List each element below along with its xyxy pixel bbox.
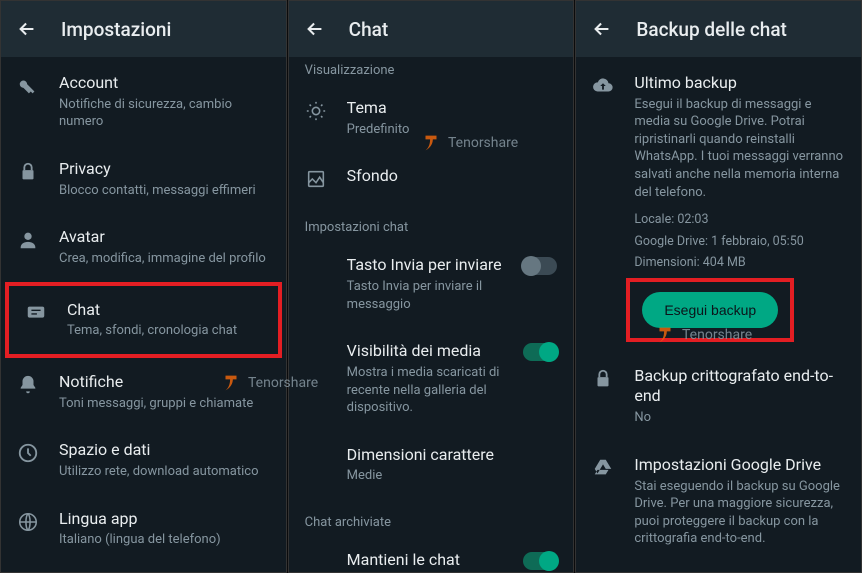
- settings-panel: Impostazioni AccountNotifiche di sicurez…: [0, 0, 287, 573]
- media-visibility-switch[interactable]: [523, 343, 557, 361]
- backup-gdrive-settings: Impostazioni Google DriveStai eseguendo …: [576, 441, 861, 562]
- back-button[interactable]: [301, 15, 329, 43]
- arrow-left-icon: [304, 18, 326, 40]
- settings-item-avatar[interactable]: AvatarCrea, modifica, immagine del profi…: [1, 213, 286, 281]
- back-button[interactable]: [588, 15, 616, 43]
- chat-item-wallpaper[interactable]: Sfondo: [289, 152, 574, 204]
- backup-gdrive-date: Google Drive: 1 febbraio, 05:50: [576, 229, 861, 251]
- settings-item-help[interactable]: AiutoCentro assistenza, contattaci, info…: [1, 563, 286, 573]
- backup-last: Ultimo backupEsegui il backup di messagg…: [576, 59, 861, 207]
- settings-item-chat[interactable]: ChatTema, sfondi, cronologia chat: [5, 282, 282, 358]
- settings-item-account[interactable]: AccountNotifiche di sicurezza, cambio nu…: [1, 59, 286, 145]
- chat-icon: [25, 302, 47, 324]
- theme-icon: [305, 100, 327, 122]
- backup-now-button[interactable]: Esegui backup: [642, 292, 778, 328]
- globe-icon: [17, 511, 39, 533]
- chat-item-font-size[interactable]: Dimensioni carattereMedie: [289, 431, 574, 499]
- section-archived: Chat archiviate: [289, 499, 574, 536]
- wallpaper-icon: [305, 168, 327, 190]
- backup-local: Locale: 02:03: [576, 207, 861, 229]
- arrow-left-icon: [591, 18, 613, 40]
- header: Chat: [289, 1, 574, 57]
- cloud-up-icon: [592, 75, 614, 97]
- chat-item-enter-send[interactable]: Tasto Invia per inviareTasto Invia per i…: [289, 241, 574, 327]
- settings-item-language[interactable]: Lingua appItaliano (lingua del telefono): [1, 495, 286, 563]
- backup-size: Dimensioni: 404 MB: [576, 250, 861, 272]
- lock-icon: [592, 368, 614, 390]
- settings-item-storage[interactable]: Spazio e datiUtilizzo rete, download aut…: [1, 426, 286, 494]
- header: Backup delle chat: [576, 1, 861, 57]
- gdrive-icon: [592, 457, 614, 479]
- section-chat-settings: Impostazioni chat: [289, 204, 574, 241]
- back-button[interactable]: [13, 15, 41, 43]
- avatar-icon: [17, 229, 39, 251]
- keep-archived-switch[interactable]: [523, 552, 557, 570]
- settings-item-notifications[interactable]: NotificheToni messaggi, gruppi e chiamat…: [1, 358, 286, 426]
- chat-item-theme[interactable]: TemaPredefinito: [289, 84, 574, 152]
- key-icon: [17, 75, 39, 97]
- section-visualization: Visualizzazione: [289, 59, 574, 84]
- arrow-left-icon: [16, 18, 38, 40]
- page-title: Backup delle chat: [636, 18, 787, 41]
- lock-icon: [17, 161, 39, 183]
- chat-item-keep-archived[interactable]: Mantieni le chat archiviateLe chat archi…: [289, 536, 574, 573]
- bell-icon: [17, 374, 39, 396]
- backup-e2e[interactable]: Backup crittografato end-to-endNo: [576, 352, 861, 441]
- page-title: Impostazioni: [61, 18, 171, 41]
- settings-item-privacy[interactable]: PrivacyBlocco contatti, messaggi effimer…: [1, 145, 286, 213]
- chat-item-media-visibility[interactable]: Visibilità dei mediaMostra i media scari…: [289, 327, 574, 430]
- enter-send-switch[interactable]: [523, 257, 557, 275]
- data-icon: [17, 442, 39, 464]
- backup-panel: Backup delle chat Ultimo backupEsegui il…: [575, 0, 862, 573]
- header: Impostazioni: [1, 1, 286, 57]
- backup-gdrive-freq[interactable]: Backup su Google DriveSettimanale: [576, 562, 861, 573]
- page-title: Chat: [349, 18, 389, 41]
- chat-settings-panel: Chat Visualizzazione TemaPredefinito Sfo…: [288, 0, 575, 573]
